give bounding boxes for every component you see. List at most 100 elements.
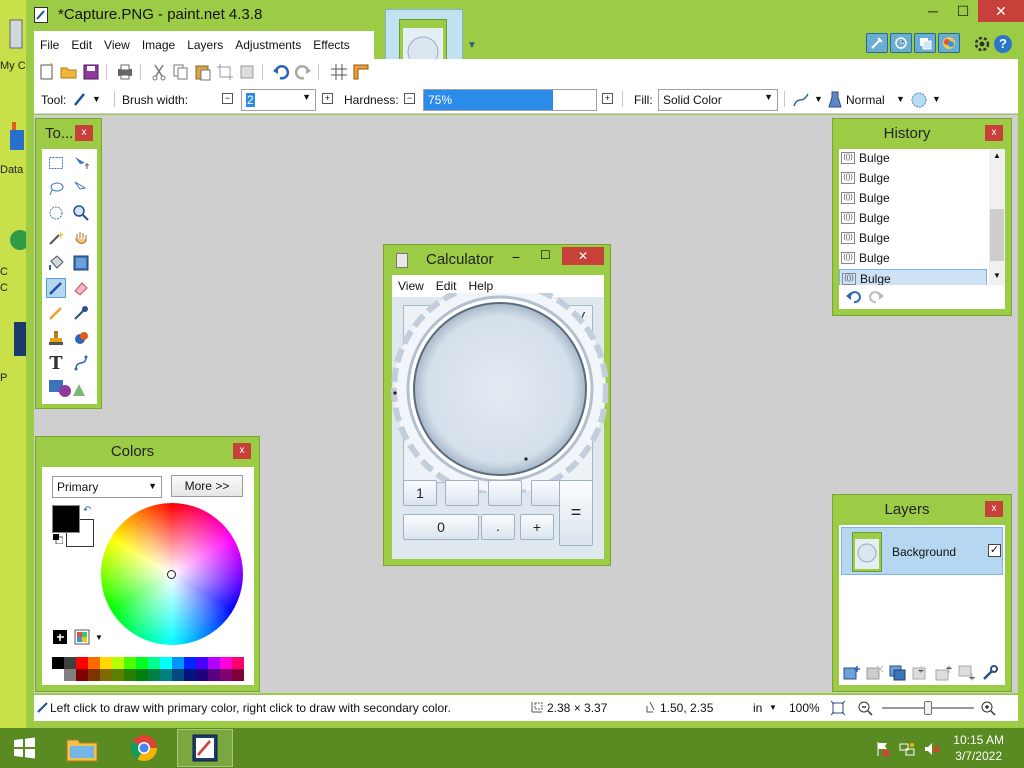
units-dropdown-icon[interactable]: ▼ [769, 703, 777, 712]
fill-dropdown-icon[interactable]: ▼ [764, 92, 773, 102]
menu-view[interactable]: View [98, 38, 136, 52]
network-icon[interactable] [899, 741, 915, 757]
volume-muted-icon[interactable] [924, 741, 940, 757]
chrome-desktop-icon[interactable] [0, 220, 26, 266]
selection-mode-dropdown-icon[interactable]: ▼ [932, 94, 941, 104]
layer-row[interactable]: Background ✓ [841, 527, 1003, 575]
zoom-slider-thumb[interactable] [924, 701, 932, 715]
palette-color-swatch[interactable] [124, 657, 136, 669]
menu-layers[interactable]: Layers [181, 38, 229, 52]
add-layer-icon[interactable] [843, 665, 861, 681]
palette-color-swatch[interactable] [76, 657, 88, 669]
palette-color-swatch[interactable] [148, 669, 160, 681]
zoom-out-icon[interactable] [857, 700, 873, 716]
layers-toggle-icon[interactable] [914, 33, 936, 53]
paste-icon[interactable] [194, 63, 212, 81]
delete-layer-icon[interactable] [866, 665, 884, 681]
start-button[interactable] [0, 729, 48, 767]
palette-menu-icon[interactable] [74, 629, 90, 645]
computer-desktop-icon[interactable] [0, 16, 26, 62]
chrome-taskbar-icon[interactable] [116, 729, 172, 767]
colors-panel-close-button[interactable]: x [233, 443, 251, 459]
palette-color-swatch[interactable] [160, 669, 172, 681]
history-item[interactable]: (()) Bulge [839, 169, 987, 189]
palette-color-swatch[interactable] [148, 657, 160, 669]
paintbrush-tool-icon[interactable] [46, 278, 66, 298]
pencil-icon[interactable] [46, 303, 66, 323]
paintnet-desktop-icon[interactable] [0, 320, 26, 366]
history-item[interactable]: (()) Bulge [839, 189, 987, 209]
layer-properties-icon[interactable] [981, 665, 999, 681]
action-center-flag-icon[interactable] [875, 741, 891, 757]
history-item[interactable]: (()) Bulge [839, 229, 987, 249]
minimize-button[interactable]: ─ [918, 0, 948, 22]
menu-file[interactable]: File [34, 38, 65, 52]
duplicate-layer-icon[interactable] [889, 665, 907, 681]
hardness-slider[interactable]: 75% [423, 89, 597, 111]
blend-mode-icon[interactable] [828, 91, 842, 109]
new-file-icon[interactable] [38, 63, 56, 81]
app-icon[interactable] [34, 7, 48, 23]
palette-color-swatch[interactable] [208, 669, 220, 681]
palette-color-swatch[interactable] [100, 657, 112, 669]
tool-dropdown-icon[interactable]: ▼ [92, 94, 101, 104]
data-folder-desktop-icon[interactable] [0, 120, 26, 166]
palette-color-swatch[interactable] [64, 657, 76, 669]
zoom-in-icon[interactable] [980, 700, 996, 716]
palette-color-swatch[interactable] [52, 669, 64, 681]
palette-color-swatch[interactable] [220, 669, 232, 681]
palette-color-swatch[interactable] [136, 657, 148, 669]
blend-mode-dropdown-icon[interactable]: ▼ [896, 94, 905, 104]
grid-icon[interactable] [330, 63, 348, 81]
palette-color-swatch[interactable] [88, 657, 100, 669]
antialiasing-dropdown-icon[interactable]: ▼ [814, 94, 823, 104]
history-undo-icon[interactable] [845, 289, 863, 305]
paint-bucket-icon[interactable] [46, 253, 66, 273]
tools-panel-close-button[interactable]: x [75, 125, 93, 141]
reset-colors-icon[interactable] [53, 534, 63, 544]
palette-color-swatch[interactable] [232, 669, 244, 681]
scroll-down-icon[interactable]: ▼ [993, 271, 1001, 280]
color-mode-select[interactable]: Primary ▼ [52, 476, 162, 498]
units-selector[interactable]: in [753, 701, 762, 715]
palette-color-swatch[interactable] [184, 669, 196, 681]
help-icon[interactable]: ? [994, 35, 1012, 53]
history-item[interactable]: (()) Bulge [839, 149, 987, 169]
paintbrush-tool-icon[interactable] [72, 91, 88, 107]
history-scrollbar[interactable]: ▲ ▼ [989, 149, 1005, 285]
rectangle-select-icon[interactable] [46, 153, 66, 173]
color-wheel-cursor[interactable] [167, 570, 176, 579]
menu-effects[interactable]: Effects [307, 38, 355, 52]
gradient-icon[interactable] [71, 253, 91, 273]
tools-toggle-icon[interactable] [866, 33, 888, 53]
brush-width-input[interactable]: 2 ▼ [241, 89, 316, 111]
colors-toggle-icon[interactable] [938, 33, 960, 53]
brush-width-increase-button[interactable]: + [322, 93, 333, 104]
history-item[interactable]: (()) Bulge [839, 249, 987, 269]
file-explorer-taskbar-icon[interactable] [54, 729, 110, 767]
palette-color-swatch[interactable] [160, 657, 172, 669]
open-file-icon[interactable] [60, 63, 78, 81]
menu-image[interactable]: Image [136, 38, 181, 52]
move-layer-up-icon[interactable] [935, 665, 953, 681]
ellipse-select-icon[interactable] [46, 203, 66, 223]
magic-wand-icon[interactable] [46, 228, 66, 248]
palette-color-swatch[interactable] [196, 669, 208, 681]
palette-color-swatch[interactable] [184, 657, 196, 669]
move-selected-icon[interactable] [71, 153, 91, 173]
clone-stamp-icon[interactable] [46, 328, 66, 348]
brush-width-decrease-button[interactable]: − [222, 93, 233, 104]
undo-icon[interactable] [272, 63, 290, 81]
text-tool-icon[interactable]: T [46, 353, 66, 374]
recolor-icon[interactable] [71, 328, 91, 348]
save-file-icon[interactable] [82, 63, 100, 81]
color-picker-icon[interactable] [71, 303, 91, 323]
add-color-icon[interactable] [52, 629, 68, 645]
scrollbar-thumb[interactable] [990, 209, 1004, 261]
primary-color-swatch[interactable] [52, 505, 80, 533]
zoom-slider[interactable] [882, 701, 974, 715]
ruler-icon[interactable] [352, 63, 370, 81]
pan-hand-icon[interactable] [71, 228, 91, 248]
history-redo-icon[interactable] [867, 289, 885, 305]
copy-icon[interactable] [172, 63, 190, 81]
